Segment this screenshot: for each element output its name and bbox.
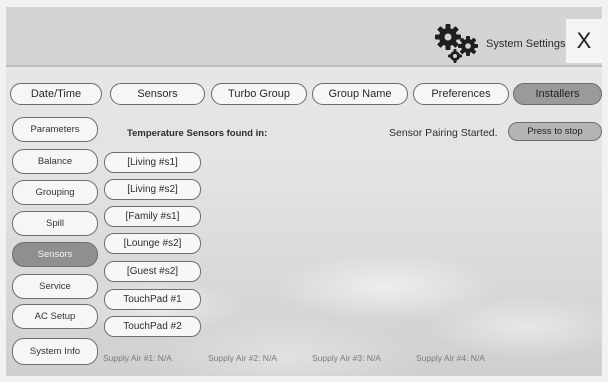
- tab-group-name[interactable]: Group Name: [312, 83, 408, 105]
- tab-turbo-group[interactable]: Turbo Group: [211, 83, 307, 105]
- supply-air-3: Supply Air #3: N/A: [312, 353, 381, 363]
- sensor-item[interactable]: [Lounge #s2]: [104, 233, 201, 254]
- sidebar-item-grouping[interactable]: Grouping: [12, 180, 98, 205]
- header-divider: [6, 65, 602, 67]
- sidebar-item-parameters[interactable]: Parameters: [12, 117, 98, 142]
- sensor-item[interactable]: [Living #s1]: [104, 152, 201, 173]
- pairing-status: Sensor Pairing Started.: [389, 127, 498, 139]
- tab-preferences[interactable]: Preferences: [413, 83, 509, 105]
- sidebar-item-ac-setup[interactable]: AC Setup: [12, 304, 98, 329]
- sidebar-item-balance[interactable]: Balance: [12, 149, 98, 174]
- gears-icon: [435, 24, 478, 63]
- sidebar-item-spill[interactable]: Spill: [12, 211, 98, 236]
- supply-air-1: Supply Air #1: N/A: [103, 353, 172, 363]
- close-button[interactable]: X: [566, 19, 602, 63]
- top-bar: System Settings X: [6, 7, 602, 65]
- sensor-item[interactable]: [Family #s1]: [104, 206, 201, 227]
- sensors-heading: Temperature Sensors found in:: [127, 128, 268, 139]
- sensor-item[interactable]: [Living #s2]: [104, 179, 201, 200]
- tab-installers[interactable]: Installers: [513, 83, 602, 105]
- system-settings-title: System Settings: [486, 38, 566, 50]
- sidebar-item-system-info[interactable]: System Info: [12, 338, 98, 365]
- tab-date-time[interactable]: Date/Time: [10, 83, 102, 105]
- settings-screen: System Settings X Date/Time Sensors Turb…: [6, 7, 602, 376]
- tab-sensors[interactable]: Sensors: [110, 83, 205, 105]
- stop-pairing-button[interactable]: Press to stop: [508, 122, 602, 141]
- sensor-item[interactable]: TouchPad #2: [104, 316, 201, 337]
- sidebar-item-sensors[interactable]: Sensors: [12, 242, 98, 267]
- supply-air-4: Supply Air #4: N/A: [416, 353, 485, 363]
- supply-air-2: Supply Air #2: N/A: [208, 353, 277, 363]
- sensor-item[interactable]: TouchPad #1: [104, 289, 201, 310]
- sidebar-item-service[interactable]: Service: [12, 274, 98, 299]
- sensor-item[interactable]: [Guest #s2]: [104, 261, 201, 282]
